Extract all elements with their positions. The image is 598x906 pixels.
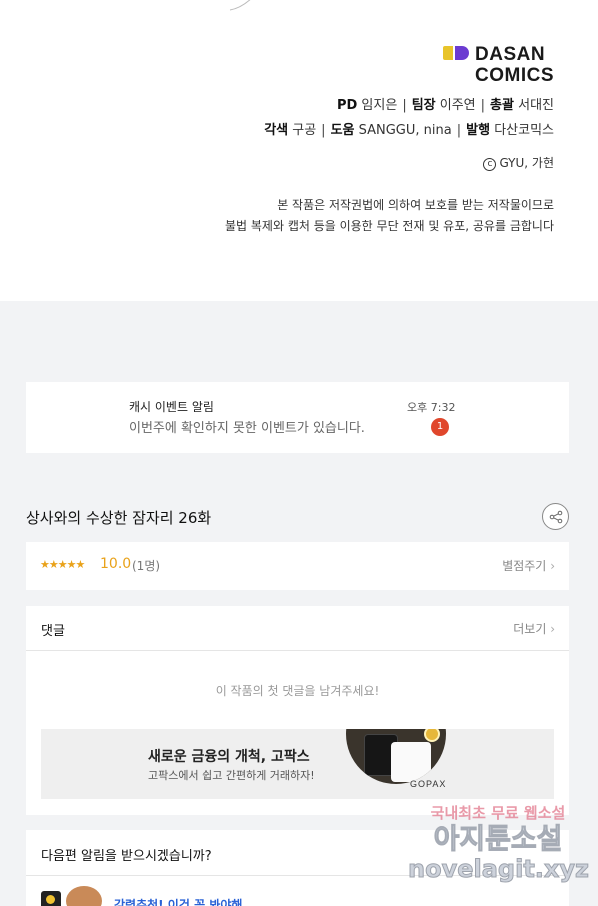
- credit-line-production: 각색 구공 | 도움 SANGGU, nina | 발행 다산코믹스: [264, 119, 554, 138]
- credit-line-staff: PD 임지은 | 팀장 이주연 | 총괄 서대진: [337, 94, 554, 113]
- comments-empty-message: 이 작품의 첫 댓글을 남겨주세요!: [215, 684, 380, 698]
- recommendation-link[interactable]: 강력추천! 이건 꼭 봐야해: [114, 896, 242, 906]
- adapt-name: 구공: [292, 123, 317, 138]
- publish-role: 발행: [466, 123, 491, 138]
- logo-text-line1: DASAN: [475, 44, 546, 65]
- ad-subtitle: 고팍스에서 쉽고 간편하게 거래하자!: [148, 769, 315, 782]
- pd-name: 임지은: [361, 98, 398, 113]
- lead-role: 팀장: [411, 98, 436, 113]
- app-icon: [41, 891, 61, 906]
- ad-image: [346, 729, 446, 784]
- share-icon: [549, 510, 562, 523]
- comments-card: 댓글 더보기 › 이 작품의 첫 댓글을 남겨주세요! 새로운 금융의 개척, …: [26, 606, 569, 815]
- comments-more-label: 더보기: [513, 622, 547, 636]
- copyright-text: GYU, 가현: [499, 156, 554, 170]
- watermark-line1: 국내최초 무료 웹소설: [430, 804, 566, 822]
- watermark-line3: novelagit.xyz: [408, 855, 590, 884]
- coin-icon: [424, 729, 440, 742]
- logo-text-line2: COMICS: [475, 65, 554, 86]
- cash-event-card[interactable]: 캐시 이벤트 알림 이번주에 확인하지 못한 이벤트가 있습니다. 오후 7:3…: [26, 382, 569, 453]
- notification-badge: 1: [431, 418, 449, 436]
- separator: |: [402, 98, 407, 113]
- copyright-notice-line1: 본 작품은 저작권법에 의하여 보호를 받는 저작물이므로: [277, 198, 554, 212]
- rating-card: ★★★★★ 10.0 (1명) 별점주기 ›: [26, 542, 569, 590]
- separator: |: [321, 123, 326, 138]
- phone-image: [391, 742, 431, 782]
- recommendation-thumbnail: [66, 886, 102, 906]
- dasan-comics-logo: DASAN COMICS: [443, 44, 554, 86]
- chief-name: 서대진: [518, 98, 554, 113]
- copyright-notice-line2: 불법 복제와 캡처 등을 이용한 무단 전재 및 유포, 공유를 금합니다: [224, 219, 554, 233]
- rating-score: 10.0: [100, 556, 132, 572]
- chevron-right-icon: ›: [550, 622, 555, 636]
- assist-role: 도움: [330, 123, 355, 138]
- rate-button-label: 별점주기: [502, 559, 547, 573]
- separator: |: [480, 98, 486, 113]
- comments-header: 댓글 더보기 ›: [26, 606, 569, 651]
- lead-name: 이주연: [439, 98, 476, 113]
- ad-banner[interactable]: 새로운 금융의 개척, 고팍스 고팍스에서 쉽고 간편하게 거래하자! GOPA…: [41, 729, 554, 799]
- adapt-role: 각색: [264, 123, 289, 138]
- watermark-line2: 아지툰소설: [433, 822, 563, 855]
- episode-title: 상사와의 수상한 잠자리 26화: [26, 509, 212, 527]
- cash-event-description: 이번주에 확인하지 못한 이벤트가 있습니다.: [129, 421, 365, 436]
- publish-name: 다산코믹스: [494, 123, 554, 138]
- comments-more-button[interactable]: 더보기 ›: [513, 620, 555, 637]
- copyright: c GYU, 가현: [483, 154, 554, 171]
- logo-mark-icon: [443, 46, 469, 60]
- swoosh-decoration: [229, 0, 251, 11]
- assist-name: SANGGU, nina: [358, 123, 452, 138]
- cash-event-title: 캐시 이벤트 알림: [129, 400, 214, 414]
- cash-event-time: 오후 7:32: [407, 401, 456, 414]
- ad-title: 새로운 금융의 개척, 고팍스: [148, 749, 310, 765]
- next-episode-question: 다음편 알림을 받으시겠습니까?: [41, 849, 212, 864]
- watermark: 국내최초 무료 웹소설 아지툰소설 novelagit.xyz: [408, 798, 590, 894]
- chief-role: 총괄: [490, 98, 514, 113]
- rate-button[interactable]: 별점주기 ›: [502, 557, 555, 574]
- chevron-right-icon: ›: [550, 559, 555, 573]
- share-button[interactable]: [542, 503, 569, 530]
- ad-brand-logo: GOPAX: [410, 779, 447, 789]
- credits-section: DASAN COMICS PD 임지은 | 팀장 이주연 | 총괄 서대진 각색 구공 |…: [0, 0, 598, 301]
- rating-count: (1명): [132, 559, 161, 573]
- pd-role: PD: [336, 98, 358, 113]
- separator: |: [456, 123, 462, 138]
- rating-stars: ★★★★★: [40, 558, 85, 571]
- comments-title: 댓글: [41, 624, 65, 639]
- copyright-icon: c: [483, 158, 497, 171]
